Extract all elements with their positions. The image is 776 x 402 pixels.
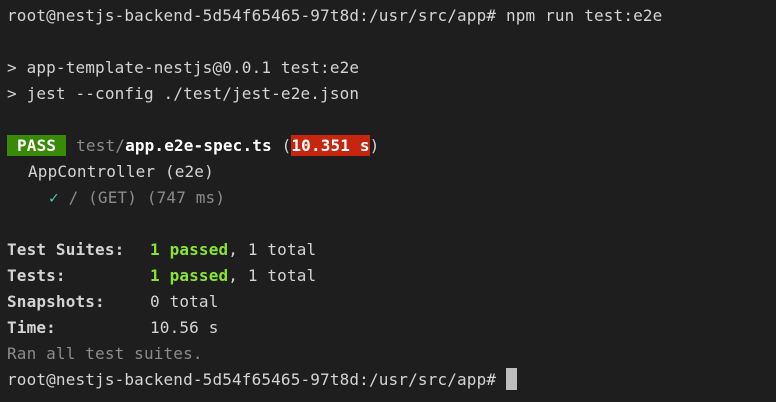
tests-total: , 1 total <box>228 266 317 285</box>
slow-duration-badge: 10.351 s <box>291 135 370 156</box>
summary-tests: Tests: 1 passed, 1 total <box>7 263 776 289</box>
shell-prompt: root@nestjs-backend-5d54f65465-97t8d:/us… <box>7 6 506 25</box>
time-label: Time: <box>7 318 56 337</box>
test-file-name: app.e2e-spec.ts <box>125 136 272 155</box>
test-case-name: / (GET) (747 ms) <box>58 188 226 207</box>
summary-time: Time: 10.56 s <box>7 315 776 341</box>
summary-snapshots: Snapshots: 0 total <box>7 289 776 315</box>
tests-passed: 1 passed <box>150 266 229 285</box>
test-suites-total: , 1 total <box>228 240 317 259</box>
pass-badge: PASS <box>7 135 67 156</box>
paren-open: ( <box>271 136 292 155</box>
npm-script-line: > app-template-nestjs@0.0.1 test:e2e <box>7 58 360 77</box>
ran-all-message: Ran all test suites. <box>7 344 203 363</box>
command-line: root@nestjs-backend-5d54f65465-97t8d:/us… <box>7 3 776 29</box>
test-suites-passed: 1 passed <box>150 240 229 259</box>
terminal-window[interactable]: root@nestjs-backend-5d54f65465-97t8d:/us… <box>0 0 776 402</box>
snapshots-label: Snapshots: <box>7 292 105 311</box>
snapshots-value: 0 total <box>150 292 219 311</box>
tests-label: Tests: <box>7 266 66 285</box>
paren-close: ) <box>369 136 380 155</box>
test-result-line: PASS test/app.e2e-spec.ts (10.351 s) <box>7 133 776 159</box>
npm-command-line: > jest --config ./test/jest-e2e.json <box>7 84 360 103</box>
check-icon: ✓ <box>49 188 59 207</box>
test-case-line: ✓ / (GET) (747 ms) <box>7 185 776 211</box>
test-suites-label: Test Suites: <box>7 240 125 259</box>
text-cursor <box>506 367 518 390</box>
suite-name: AppController (e2e) <box>28 162 214 181</box>
time-value: 10.56 s <box>150 318 219 337</box>
final-prompt-line[interactable]: root@nestjs-backend-5d54f65465-97t8d:/us… <box>7 367 776 393</box>
command-text: npm run test:e2e <box>505 6 663 25</box>
test-file-dir: test/ <box>76 136 126 155</box>
summary-test-suites: Test Suites: 1 passed, 1 total <box>7 237 776 263</box>
final-shell-prompt: root@nestjs-backend-5d54f65465-97t8d:/us… <box>7 370 497 389</box>
